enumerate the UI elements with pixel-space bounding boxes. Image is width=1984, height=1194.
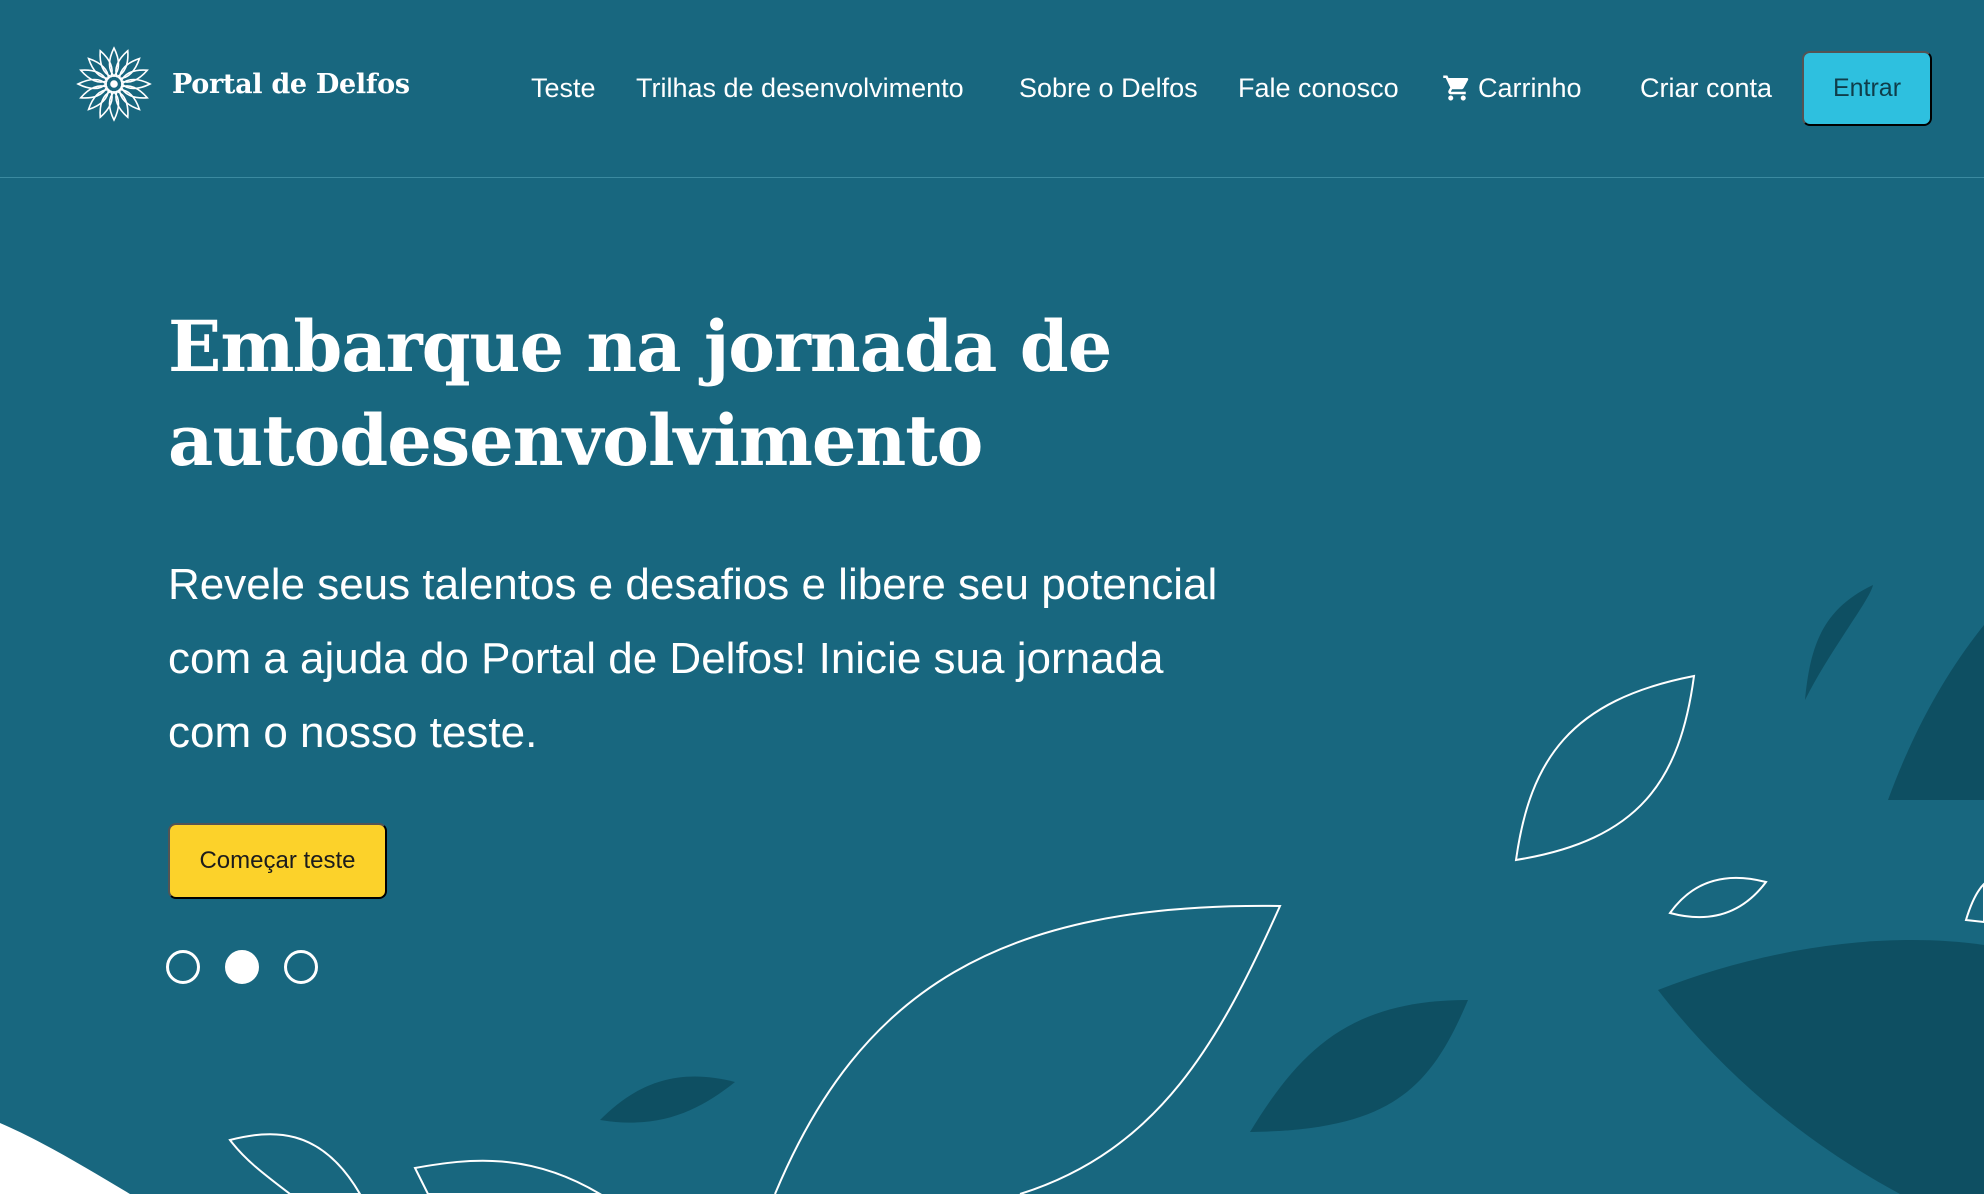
start-test-button[interactable]: Começar teste <box>168 823 387 899</box>
carousel-dot-1[interactable] <box>166 950 200 984</box>
hero-subtitle-line: com o nosso teste. <box>168 708 538 757</box>
nav-carrinho-label: Carrinho <box>1478 73 1582 103</box>
hero-title-line: autodesenvolvimento <box>168 399 983 482</box>
nav-link-carrinho[interactable]: Carrinho <box>1442 68 1582 108</box>
leaf-outline <box>1514 674 1696 862</box>
leaf-shape <box>1805 585 1873 700</box>
site-header: Portal de Delfos Teste Trilhas de desenv… <box>0 0 1984 178</box>
leaf-outline <box>774 904 1282 1194</box>
nav-link-fale-conosco[interactable]: Fale conosco <box>1238 68 1399 108</box>
leaf-outline <box>413 1159 602 1194</box>
login-button[interactable]: Entrar <box>1802 51 1932 126</box>
hero-title: Embarque na jornada de autodesenvolvimen… <box>168 300 1168 488</box>
leaf-outline <box>228 1133 362 1194</box>
page: Portal de Delfos Teste Trilhas de desenv… <box>0 0 1984 1194</box>
leaf-shape <box>1658 940 1984 1194</box>
leaf-shape <box>1250 1000 1468 1132</box>
hero-subtitle: Revele seus talentos e desafios e libere… <box>168 548 1278 770</box>
cart-icon <box>1443 75 1469 101</box>
hero-subtitle-line: com a ajuda do Portal de Delfos! Inicie … <box>168 634 1164 683</box>
leaf-shape <box>600 1076 735 1123</box>
corner-swoosh <box>0 1123 130 1194</box>
carousel-indicators <box>166 950 318 984</box>
nav-link-criar-conta[interactable]: Criar conta <box>1640 68 1772 108</box>
main-nav: Teste Trilhas de desenvolvimento Sobre o… <box>0 0 1984 178</box>
hero-subtitle-line: Revele seus talentos e desafios e libere… <box>168 560 1218 609</box>
hero-title-line: Embarque na jornada de <box>168 305 1112 388</box>
nav-link-sobre[interactable]: Sobre o Delfos <box>1019 68 1198 108</box>
leaf-shape <box>1888 625 1984 800</box>
carousel-dot-3[interactable] <box>284 950 318 984</box>
nav-link-trilhas[interactable]: Trilhas de desenvolvimento <box>636 68 964 108</box>
leaf-outline <box>1668 876 1768 919</box>
leaf-outline <box>1964 882 1984 924</box>
nav-link-teste[interactable]: Teste <box>531 68 596 108</box>
carousel-dot-2-active[interactable] <box>225 950 259 984</box>
